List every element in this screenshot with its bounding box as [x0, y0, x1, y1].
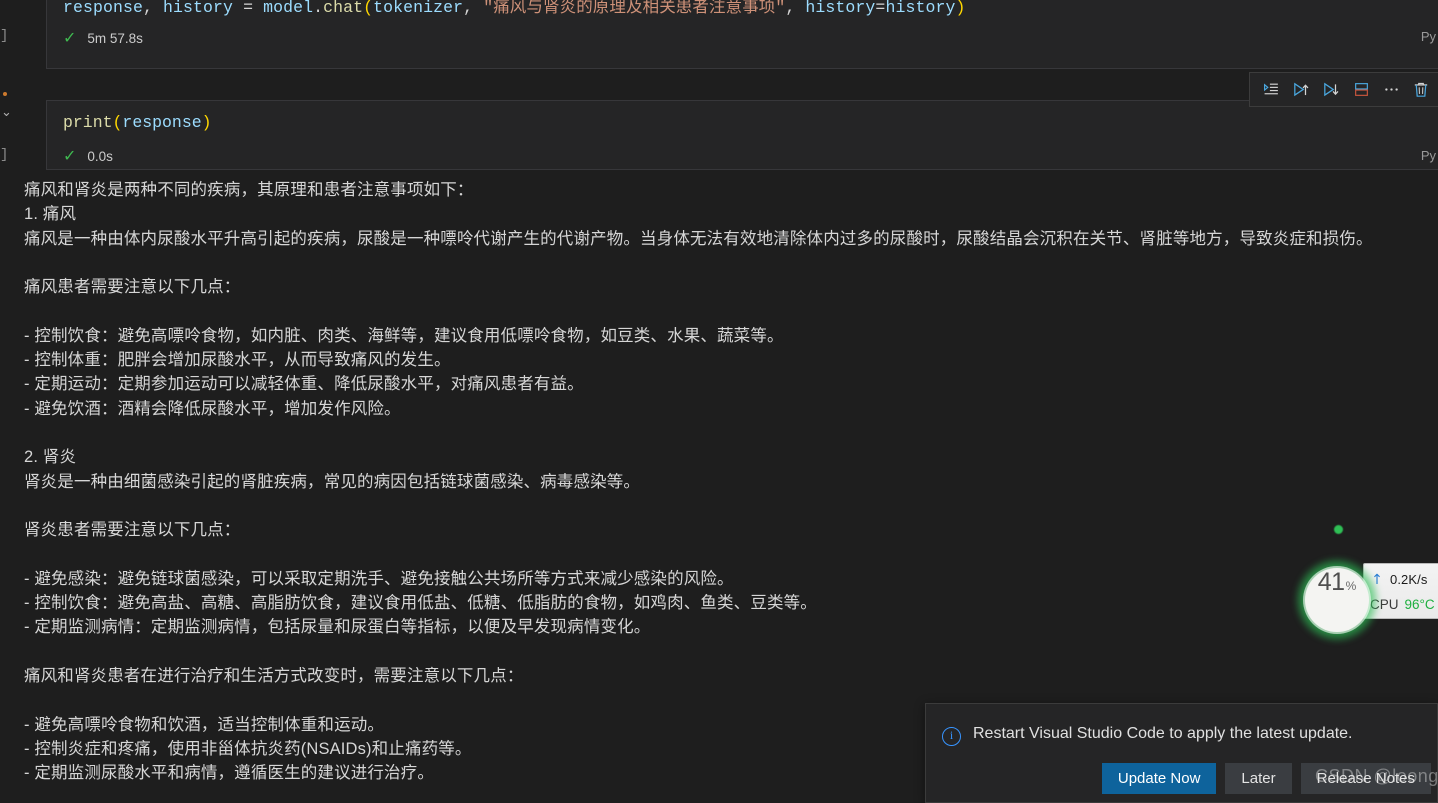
status-dot-icon: [1334, 525, 1343, 534]
more-actions-icon[interactable]: [1376, 77, 1406, 103]
cpu-usage-value: 41: [1317, 568, 1345, 596]
code-token: =: [875, 0, 886, 17]
code-token: ,: [143, 0, 164, 17]
check-icon: ✓: [63, 146, 77, 165]
output-blank-line: [24, 494, 1438, 518]
code-token: ): [955, 0, 966, 17]
output-line: 2. 肾炎: [24, 448, 77, 467]
cpu-usage-ring[interactable]: 41 %: [1289, 525, 1385, 648]
notebook-cell-1[interactable]: response, history = model.chat(tokenizer…: [0, 0, 1438, 69]
code-token: ,: [785, 0, 806, 17]
code-token: (: [112, 113, 123, 132]
cell-modified-indicator: [3, 92, 7, 96]
output-line: - 定期运动：定期参加运动可以减轻体重、降低尿酸水平，对痛风患者有益。: [24, 375, 584, 394]
output-blank-line: [24, 251, 1438, 275]
cell-toolbar[interactable]: [1249, 72, 1438, 107]
output-line: 痛风患者需要注意以下几点：: [24, 278, 241, 297]
later-button[interactable]: Later: [1225, 763, 1292, 794]
cell-output-text: 痛风和肾炎是两种不同的疾病，其原理和患者注意事项如下： 1. 痛风痛风是一种由体内…: [0, 178, 1438, 785]
execute-above-icon[interactable]: [1256, 77, 1286, 103]
cell-1-exec-bracket: ]: [0, 28, 9, 44]
ring-core: 41 %: [1305, 568, 1369, 632]
code-token: history: [805, 0, 876, 17]
perf-upload-rate: 0.2K/s: [1390, 572, 1428, 587]
code-token: "痛风与肾炎的原理及相关患者注意事项": [483, 0, 786, 17]
code-token: (: [363, 0, 374, 17]
code-token: history: [885, 0, 956, 17]
cell-1-code[interactable]: response, history = model.chat(tokenizer…: [63, 0, 965, 17]
notification-toast[interactable]: i Restart Visual Studio Code to apply th…: [925, 703, 1438, 803]
notebook-editor: response, history = model.chat(tokenizer…: [0, 0, 1438, 803]
delete-cell-icon[interactable]: [1406, 77, 1436, 103]
output-line: - 避免感染：避免链球菌感染，可以采取定期洗手、避免接触公共场所等方式来减少感染…: [24, 569, 734, 588]
code-token: history: [163, 0, 234, 17]
cell-1-language-badge[interactable]: Py: [1421, 29, 1436, 44]
notification-body: i Restart Visual Studio Code to apply th…: [926, 704, 1437, 746]
cell-1-exec-time: 5m 57.8s: [87, 30, 143, 46]
code-token: model: [263, 0, 314, 17]
cell-1-container[interactable]: response, history = model.chat(tokenizer…: [46, 0, 1438, 69]
info-icon: i: [942, 727, 961, 746]
output-line: 1. 痛风: [24, 205, 77, 224]
cell-1-status: ✓ 5m 57.8s: [63, 30, 143, 46]
output-line: - 定期监测病情：定期监测病情，包括尿量和尿蛋白等指标，以便及早发现病情变化。: [24, 618, 651, 637]
cell-2-exec-time: 0.0s: [87, 148, 113, 164]
cell-2-code[interactable]: print(response): [63, 113, 212, 132]
output-line: - 避免饮酒：酒精会降低尿酸水平，增加发作风险。: [24, 399, 401, 418]
output-line: - 控制体重：肥胖会增加尿酸水平，从而导致痛风的发生。: [24, 351, 451, 370]
notification-message: Restart Visual Studio Code to apply the …: [973, 725, 1353, 742]
cell-2-status: ✓ 0.0s: [63, 148, 113, 164]
cpu-usage-unit: %: [1345, 579, 1357, 593]
notification-actions[interactable]: Update Now Later Release Notes: [1101, 763, 1431, 794]
chevron-down-icon[interactable]: ⌄: [1, 106, 12, 119]
output-line: 痛风和肾炎是两种不同的疾病，其原理和患者注意事项如下：: [24, 181, 474, 199]
code-token: =: [243, 0, 254, 17]
cell-2-container[interactable]: print(response) ✓ 0.0s Py: [46, 100, 1438, 170]
code-token: ,: [463, 0, 484, 17]
output-line: - 控制饮食：避免高嘌呤食物，如内脏、肉类、海鲜等，建议食用低嘌呤食物，如豆类、…: [24, 326, 784, 345]
output-blank-line: [24, 299, 1438, 323]
code-token: print: [63, 113, 113, 132]
run-below-icon[interactable]: [1316, 77, 1346, 103]
release-notes-button[interactable]: Release Notes: [1300, 763, 1431, 794]
cell-2-language-badge[interactable]: Py: [1421, 148, 1436, 163]
run-above-icon[interactable]: [1286, 77, 1316, 103]
code-token: tokenizer: [373, 0, 464, 17]
output-blank-line: [24, 421, 1438, 445]
split-cell-icon[interactable]: [1346, 77, 1376, 103]
perf-cpu-temp: 96°C: [1404, 597, 1435, 612]
code-token: chat: [323, 0, 364, 17]
check-icon: ✓: [63, 28, 77, 47]
output-blank-line: [24, 640, 1438, 664]
code-token: response: [122, 113, 202, 132]
cell-2-exec-bracket: ]: [0, 147, 9, 163]
code-token: .: [313, 0, 324, 17]
output-line: - 控制饮食：避免高盐、高糖、高脂肪饮食，建议食用低盐、低糖、低脂肪的食物，如鸡…: [24, 594, 817, 613]
output-line: 痛风是一种由体内尿酸水平升高引起的疾病，尿酸是一种嘌呤代谢产生的代谢产物。当身体…: [24, 229, 1373, 248]
code-token: ): [201, 113, 212, 132]
output-line: 肾炎患者需要注意以下几点：: [24, 521, 241, 540]
output-line: 痛风和肾炎患者在进行治疗和生活方式改变时，需要注意以下几点：: [24, 666, 524, 685]
output-line: 肾炎是一种由细菌感染引起的肾脏疾病，常见的病因包括链球菌感染、病毒感染等。: [24, 472, 641, 491]
update-now-button[interactable]: Update Now: [1101, 763, 1217, 794]
code-token: response: [63, 0, 144, 17]
output-blank-line: [24, 542, 1438, 566]
